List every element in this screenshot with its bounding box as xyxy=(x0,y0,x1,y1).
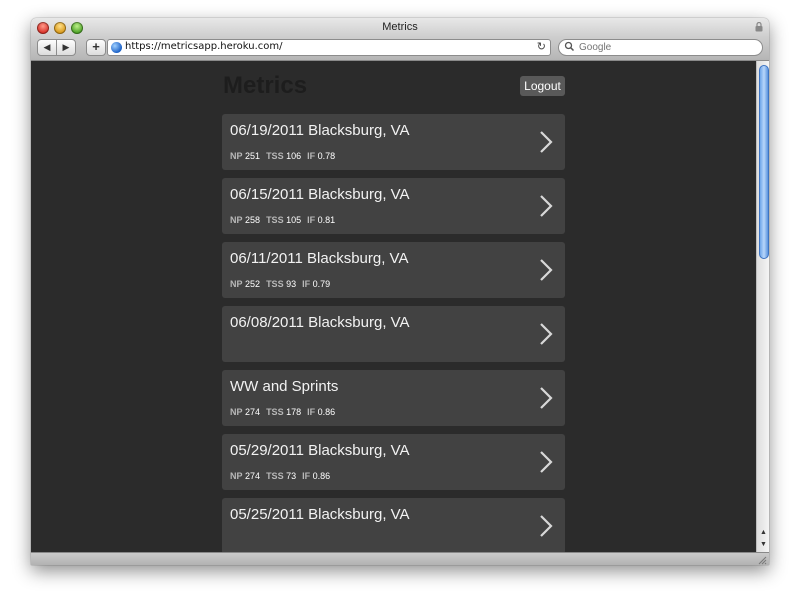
workout-list-item[interactable]: WW and Sprints NP 274 TSS 178 IF 0.86 xyxy=(222,370,565,426)
page-title: Metrics xyxy=(223,72,308,99)
address-bar[interactable]: https://metricsapp.heroku.com/ ↻ xyxy=(107,39,551,56)
workout-stat: NP 252 xyxy=(230,279,260,289)
chevron-right-icon xyxy=(540,131,553,153)
workout-stat: TSS 105 xyxy=(266,215,301,225)
stat-label: NP xyxy=(230,215,243,225)
chevron-right-icon xyxy=(540,195,553,217)
stat-value: 0.79 xyxy=(312,279,331,289)
stat-value: 106 xyxy=(286,151,302,161)
resize-grip-icon[interactable] xyxy=(758,556,767,565)
workout-list-item[interactable]: 06/08/2011 Blacksburg, VA xyxy=(222,306,565,362)
plus-icon: + xyxy=(92,39,100,54)
chevron-right-icon xyxy=(540,259,553,281)
title-bar: Metrics xyxy=(31,18,769,36)
workout-list-item[interactable]: 05/25/2011 Blacksburg, VA xyxy=(222,498,565,552)
workout-stat: NP 258 xyxy=(230,215,260,225)
search-icon xyxy=(564,41,575,55)
chevron-right-icon xyxy=(540,451,553,473)
stat-value: 252 xyxy=(245,279,261,289)
workout-title: 06/19/2011 Blacksburg, VA xyxy=(230,122,410,139)
workout-stat: IF 0.81 xyxy=(307,215,335,225)
stat-value: 274 xyxy=(245,407,261,417)
stat-value: 0.86 xyxy=(312,471,331,481)
back-arrow-icon: ◀ xyxy=(43,42,51,52)
scroll-down-arrow-icon[interactable]: ▼ xyxy=(757,539,769,550)
stat-label: TSS xyxy=(266,279,284,289)
globe-icon xyxy=(111,42,122,53)
back-button[interactable]: ◀ xyxy=(37,39,57,56)
stat-label: IF xyxy=(302,471,311,481)
workout-stat: IF 0.78 xyxy=(307,151,335,161)
workout-list-item[interactable]: 05/29/2011 Blacksburg, VA NP 274 TSS 73 IF … xyxy=(222,434,565,490)
lock-icon xyxy=(755,22,763,32)
stat-value: 258 xyxy=(245,215,261,225)
stat-value: 251 xyxy=(245,151,261,161)
url-text[interactable]: https://metricsapp.heroku.com/ xyxy=(125,41,283,52)
logout-button[interactable]: Logout xyxy=(520,76,565,96)
stat-label: IF xyxy=(307,407,316,417)
stat-label: IF xyxy=(307,151,316,161)
window-title: Metrics xyxy=(382,21,418,33)
chevron-right-icon xyxy=(540,515,553,537)
workout-title: 06/11/2011 Blacksburg, VA xyxy=(230,250,409,267)
workout-stats: NP 258 TSS 105 IF 0.81 xyxy=(230,215,341,225)
workout-list-item[interactable]: 06/15/2011 Blacksburg, VA NP 258 TSS 105 IF… xyxy=(222,178,565,234)
stat-label: TSS xyxy=(266,407,284,417)
stat-value: 0.78 xyxy=(317,151,336,161)
workout-stat: NP 274 xyxy=(230,407,260,417)
workout-title: 06/08/2011 Blacksburg, VA xyxy=(230,314,410,331)
search-bar[interactable] xyxy=(558,39,763,56)
chevron-right-icon xyxy=(540,387,553,409)
stat-label: NP xyxy=(230,151,243,161)
workout-stat: TSS 106 xyxy=(266,151,301,161)
stat-value: 73 xyxy=(286,471,297,481)
workout-stat: TSS 93 xyxy=(266,279,296,289)
stat-label: TSS xyxy=(266,215,284,225)
status-bar xyxy=(31,552,769,565)
workout-stats: NP 274 TSS 178 IF 0.86 xyxy=(230,407,341,417)
forward-arrow-icon: ▶ xyxy=(62,42,70,52)
stat-value: 0.86 xyxy=(317,407,336,417)
browser-window: Metrics ◀ ▶ + https://metricsapp.heroku.… xyxy=(31,18,769,565)
stat-label: TSS xyxy=(266,471,284,481)
workout-list-item[interactable]: 06/11/2011 Blacksburg, VA NP 252 TSS 93 IF … xyxy=(222,242,565,298)
stat-label: IF xyxy=(307,215,316,225)
stat-label: IF xyxy=(302,279,311,289)
workout-title: 06/15/2011 Blacksburg, VA xyxy=(230,186,410,203)
workout-stats: NP 274 TSS 73 IF 0.86 xyxy=(230,471,336,481)
stat-label: NP xyxy=(230,407,243,417)
workout-stats: NP 252 TSS 93 IF 0.79 xyxy=(230,279,336,289)
workout-stat: IF 0.86 xyxy=(302,471,330,481)
stat-label: TSS xyxy=(266,151,284,161)
add-bookmark-button[interactable]: + xyxy=(86,39,106,56)
workout-stat: NP 274 xyxy=(230,471,260,481)
stat-value: 178 xyxy=(286,407,302,417)
browser-toolbar: ◀ ▶ + https://metricsapp.heroku.com/ ↻ xyxy=(31,36,769,61)
workout-title: 05/29/2011 Blacksburg, VA xyxy=(230,442,410,459)
forward-button[interactable]: ▶ xyxy=(56,39,76,56)
workout-stat: TSS 178 xyxy=(266,407,301,417)
stat-value: 93 xyxy=(286,279,297,289)
stat-value: 105 xyxy=(286,215,302,225)
workout-stat: IF 0.86 xyxy=(307,407,335,417)
reload-icon[interactable]: ↻ xyxy=(537,40,546,53)
workout-list-item[interactable]: 06/19/2011 Blacksburg, VA NP 251 TSS 106 IF… xyxy=(222,114,565,170)
vertical-scrollbar[interactable]: ▲ ▼ xyxy=(756,61,769,552)
page-viewport: Metrics Logout 06/19/2011 Blacksburg, VA… xyxy=(31,61,756,552)
workout-stat: NP 251 xyxy=(230,151,260,161)
workout-stat: IF 0.79 xyxy=(302,279,330,289)
scroll-up-arrow-icon[interactable]: ▲ xyxy=(757,527,769,538)
workout-title: 05/25/2011 Blacksburg, VA xyxy=(230,506,410,523)
workout-stat: TSS 73 xyxy=(266,471,296,481)
stat-label: NP xyxy=(230,279,243,289)
scroll-thumb[interactable] xyxy=(759,65,769,259)
stat-label: NP xyxy=(230,471,243,481)
workout-title: WW and Sprints xyxy=(230,378,339,395)
stat-value: 274 xyxy=(245,471,261,481)
workout-stats: NP 251 TSS 106 IF 0.78 xyxy=(230,151,341,161)
chevron-right-icon xyxy=(540,323,553,345)
stat-value: 0.81 xyxy=(317,215,336,225)
search-input[interactable] xyxy=(579,41,754,53)
